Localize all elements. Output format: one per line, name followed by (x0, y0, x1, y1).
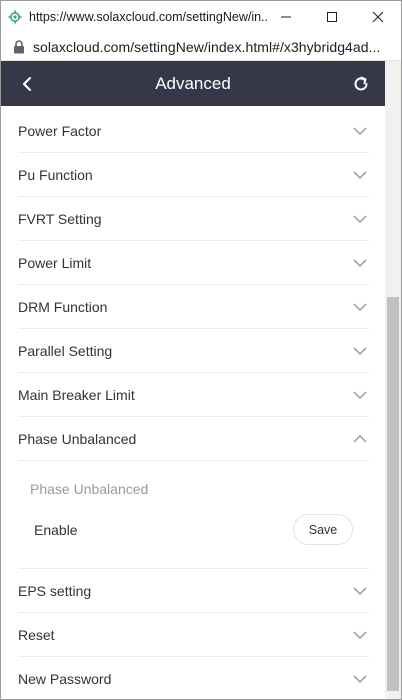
maximize-button[interactable] (309, 1, 355, 33)
menu-item-label: Reset (18, 626, 55, 643)
chevron-down-icon (353, 675, 367, 684)
address-bar[interactable]: solaxcloud.com/settingNew/index.html#/x3… (1, 33, 401, 61)
browser-window: https://www.solaxcloud.com/settingNew/in… (0, 0, 402, 700)
menu-item-drm-function[interactable]: DRM Function (18, 285, 369, 329)
menu-item-label: Parallel Setting (18, 342, 113, 359)
site-gear-icon (7, 9, 23, 25)
menu-item-label: New Password (18, 670, 112, 687)
menu-item-label: FVRT Setting (18, 210, 102, 227)
chevron-down-icon (353, 303, 367, 312)
chevron-down-icon (353, 215, 367, 224)
menu-item-main-breaker-limit[interactable]: Main Breaker Limit (18, 373, 369, 417)
lock-icon (13, 39, 25, 54)
app-header: Advanced (1, 61, 385, 106)
chevron-down-icon (353, 347, 367, 356)
menu-item-power-factor[interactable]: Power Factor (18, 109, 369, 153)
menu-item-phase-unbalanced[interactable]: Phase Unbalanced (18, 417, 369, 461)
menu-item-eps-setting[interactable]: EPS setting (18, 569, 369, 613)
chevron-down-icon (353, 171, 367, 180)
chevron-down-icon (353, 259, 367, 268)
menu-item-label: Main Breaker Limit (18, 386, 135, 403)
menu-item-label: EPS setting (18, 582, 92, 599)
enable-label: Enable (34, 522, 78, 538)
url-text[interactable]: solaxcloud.com/settingNew/index.html#/x3… (33, 39, 393, 55)
back-icon[interactable] (15, 72, 39, 96)
menu-item-fvrt-setting[interactable]: FVRT Setting (18, 197, 369, 241)
chevron-down-icon (353, 631, 367, 640)
chevron-down-icon (353, 587, 367, 596)
menu-item-label: Phase Unbalanced (18, 430, 137, 447)
menu-item-label: Power Limit (18, 254, 92, 271)
menu-item-label: Pu Function (18, 166, 93, 183)
chevron-up-icon (353, 434, 367, 443)
page-title: Advanced (155, 73, 231, 93)
menu-item-label: Power Factor (18, 122, 102, 139)
refresh-icon[interactable] (349, 72, 373, 96)
chevron-down-icon (353, 127, 367, 136)
save-button[interactable]: Save (293, 514, 353, 545)
menu-item-power-limit[interactable]: Power Limit (18, 241, 369, 285)
window-controls (263, 1, 401, 33)
menu-item-label: DRM Function (18, 298, 108, 315)
settings-list: Power Factor Pu Function FVRT Setting Po… (1, 106, 385, 699)
menu-item-pu-function[interactable]: Pu Function (18, 153, 369, 197)
minimize-button[interactable] (263, 1, 309, 33)
scrollbar-thumb[interactable] (387, 297, 399, 691)
phase-unbalanced-subtitle: Phase Unbalanced (30, 481, 149, 497)
menu-item-reset[interactable]: Reset (18, 613, 369, 657)
window-title: https://www.solaxcloud.com/settingNew/in… (29, 10, 269, 24)
chevron-down-icon (353, 391, 367, 400)
title-bar: https://www.solaxcloud.com/settingNew/in… (1, 1, 401, 33)
menu-item-parallel-setting[interactable]: Parallel Setting (18, 329, 369, 373)
close-button[interactable] (355, 1, 401, 33)
menu-item-new-password[interactable]: New Password (18, 657, 369, 699)
